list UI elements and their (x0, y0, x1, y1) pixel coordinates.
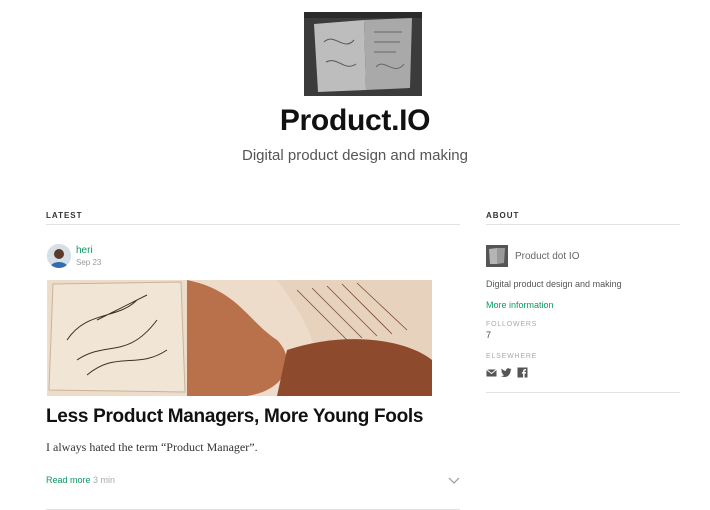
elsewhere-label: ELSEWHERE (486, 353, 538, 360)
publication-title[interactable]: Product.IO (0, 104, 710, 138)
email-icon[interactable] (486, 367, 497, 378)
latest-section-label: LATEST (46, 211, 83, 220)
followers-count[interactable]: 7 (486, 330, 491, 340)
more-information-link[interactable]: More information (486, 300, 554, 310)
latest-divider (46, 224, 460, 225)
post-date[interactable]: Sep 23 (76, 258, 101, 267)
post-excerpt[interactable]: I always hated the term “Product Manager… (46, 440, 258, 455)
about-divider (486, 224, 680, 225)
read-time: 3 min (93, 475, 116, 485)
post-featured-image[interactable] (47, 280, 432, 396)
publication-tagline: Digital product design and making (242, 147, 468, 164)
publication-description: Digital product design and making (486, 279, 622, 289)
publication-avatar[interactable] (486, 245, 508, 267)
about-bottom-divider (486, 392, 680, 393)
twitter-icon[interactable] (501, 367, 512, 378)
author-avatar[interactable] (47, 244, 71, 268)
author-name[interactable]: heri (76, 245, 93, 256)
post-title[interactable]: Less Product Managers, More Young Fools (46, 406, 423, 428)
chevron-down-icon[interactable] (448, 475, 460, 485)
read-more-link[interactable]: Read more (46, 475, 91, 485)
facebook-icon[interactable] (517, 367, 528, 378)
publication-name[interactable]: Product dot IO (515, 251, 579, 262)
followers-label: FOLLOWERS (486, 321, 538, 328)
publication-cover-image (304, 12, 422, 96)
about-section-label: ABOUT (486, 211, 520, 220)
